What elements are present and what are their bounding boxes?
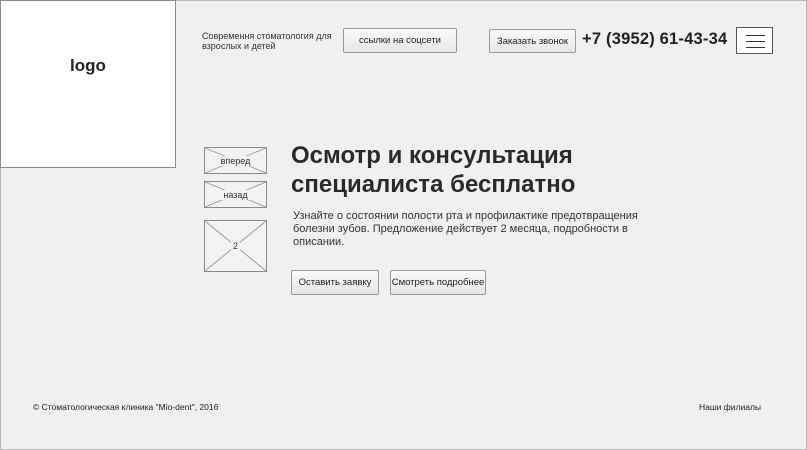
branches-link[interactable]: Наши филиалы (699, 402, 761, 412)
footer-copyright: © Стоматологическая клиника "Mio-dent", … (33, 402, 219, 412)
promo-description: Узнайте о состоянии полости рта и профил… (293, 210, 638, 248)
menu-line (746, 35, 765, 36)
slider-next-button[interactable]: вперед (204, 147, 267, 174)
view-details-button[interactable]: Смотреть подробнее (390, 270, 486, 295)
promo-headline: Осмотр и консультация специалиста беспла… (291, 142, 576, 198)
hamburger-menu-icon[interactable] (736, 27, 773, 54)
slider-next-label: вперед (218, 155, 253, 166)
site-tagline: Современня стоматология для взрослых и д… (202, 31, 332, 51)
logo: logo (70, 56, 106, 75)
logo-placeholder[interactable]: logo (0, 0, 176, 168)
phone-number[interactable]: +7 (3952) 61-43-34 (582, 30, 727, 49)
menu-line (746, 47, 765, 48)
slider-back-label: назад (221, 189, 250, 200)
submit-request-button[interactable]: Оставить заявку (291, 270, 379, 295)
menu-line (746, 41, 765, 42)
request-call-button[interactable]: Заказать звонок (489, 29, 576, 53)
slide-counter: 2 (204, 220, 267, 272)
social-links-button[interactable]: ссылки на соцсети (343, 28, 457, 53)
slide-number: 2 (230, 241, 240, 251)
slider-back-button[interactable]: назад (204, 181, 267, 208)
